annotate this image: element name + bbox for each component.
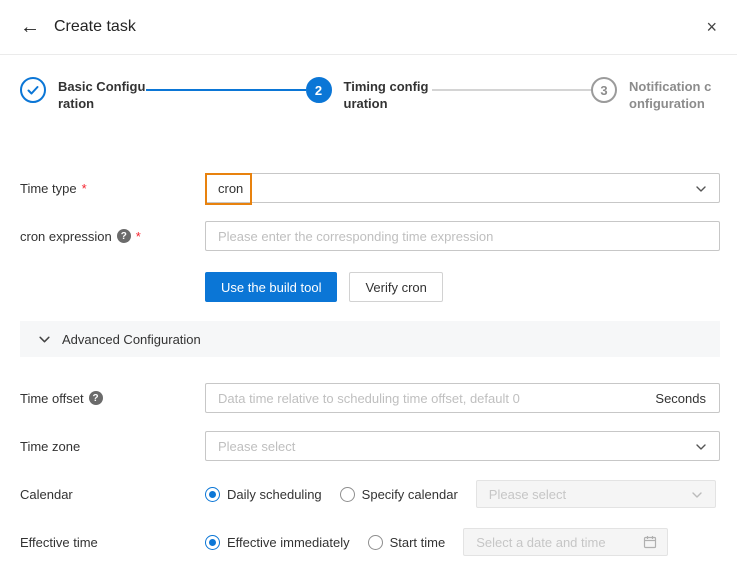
step-done-circle: [20, 77, 46, 103]
step-pending-circle: 3: [591, 77, 617, 103]
step-notification-configuration[interactable]: 3 Notification configuration: [591, 77, 717, 113]
step-connector: [146, 89, 306, 91]
time-type-label: Time type: [20, 181, 77, 196]
field-row-time-zone: Time zone Please select: [0, 431, 737, 461]
chevron-down-icon: [695, 183, 707, 198]
stepper: Basic Configuration 2 Timing configurati…: [0, 55, 737, 150]
radio-effective-immediately[interactable]: Effective immediately: [205, 535, 350, 550]
step-timing-configuration[interactable]: 2 Timing configuration: [306, 77, 432, 113]
chevron-down-icon: [38, 333, 51, 346]
page-title: Create task: [54, 18, 136, 36]
radio-effective-immediately-label: Effective immediately: [227, 535, 350, 550]
effective-time-label: Effective time: [20, 535, 98, 550]
create-task-dialog: ← Create task × Basic Configuration 2 Ti…: [0, 0, 737, 568]
required-asterisk: *: [136, 229, 141, 244]
radio-unchecked-icon: [368, 535, 383, 550]
verify-cron-button[interactable]: Verify cron: [349, 272, 442, 302]
field-row-time-offset: Time offset ? Seconds: [0, 383, 737, 413]
time-offset-label: Time offset: [20, 391, 84, 406]
radio-specify-calendar[interactable]: Specify calendar: [340, 487, 458, 502]
required-asterisk: *: [82, 181, 87, 196]
time-zone-label: Time zone: [20, 439, 80, 454]
advanced-configuration-title: Advanced Configuration: [62, 332, 201, 347]
field-row-cron-expression: cron expression ? *: [0, 221, 737, 251]
radio-start-time-label: Start time: [390, 535, 446, 550]
radio-checked-icon: [205, 535, 220, 550]
help-icon[interactable]: ?: [117, 229, 131, 243]
start-time-placeholder: Select a date and time: [476, 535, 605, 550]
dialog-header: ← Create task ×: [0, 0, 737, 55]
chevron-down-icon: [695, 441, 707, 456]
radio-daily-scheduling-label: Daily scheduling: [227, 487, 322, 502]
radio-specify-calendar-label: Specify calendar: [362, 487, 458, 502]
time-zone-select[interactable]: Please select: [205, 431, 720, 461]
radio-daily-scheduling[interactable]: Daily scheduling: [205, 487, 322, 502]
field-row-effective-time: Effective time Effective immediately Sta…: [0, 528, 737, 556]
back-arrow-icon[interactable]: ←: [20, 17, 40, 37]
calendar-label: Calendar: [20, 487, 73, 502]
calendar-select-placeholder: Please select: [489, 487, 566, 502]
time-offset-unit: Seconds: [655, 391, 706, 406]
step-timing-label: Timing configuration: [344, 77, 432, 113]
cron-actions-row: Use the build tool Verify cron: [0, 272, 737, 302]
close-icon[interactable]: ×: [706, 18, 717, 36]
field-row-time-type: Time type * cron: [0, 173, 737, 203]
cron-expression-label: cron expression: [20, 229, 112, 244]
cron-expression-input[interactable]: [205, 221, 720, 251]
time-type-value: cron: [218, 181, 243, 196]
advanced-configuration-toggle[interactable]: Advanced Configuration: [20, 321, 720, 357]
radio-unchecked-icon: [340, 487, 355, 502]
step-connector: [432, 89, 592, 91]
help-icon[interactable]: ?: [89, 391, 103, 405]
time-offset-input[interactable]: [205, 383, 720, 413]
start-time-datepicker-disabled: Select a date and time: [463, 528, 668, 556]
use-build-tool-button[interactable]: Use the build tool: [205, 272, 337, 302]
field-row-calendar: Calendar Daily scheduling Specify calend…: [0, 480, 737, 508]
calendar-icon: [643, 535, 657, 552]
radio-start-time[interactable]: Start time: [368, 535, 446, 550]
chevron-down-icon: [691, 489, 703, 504]
time-type-select[interactable]: cron: [205, 173, 720, 203]
check-icon: [26, 83, 40, 97]
time-zone-placeholder: Please select: [218, 439, 295, 454]
radio-checked-icon: [205, 487, 220, 502]
step-notification-label: Notification configuration: [629, 77, 717, 113]
calendar-select-disabled: Please select: [476, 480, 716, 508]
step-basic-label: Basic Configuration: [58, 77, 146, 113]
step-active-circle: 2: [306, 77, 332, 103]
step-basic-configuration[interactable]: Basic Configuration: [20, 77, 146, 113]
